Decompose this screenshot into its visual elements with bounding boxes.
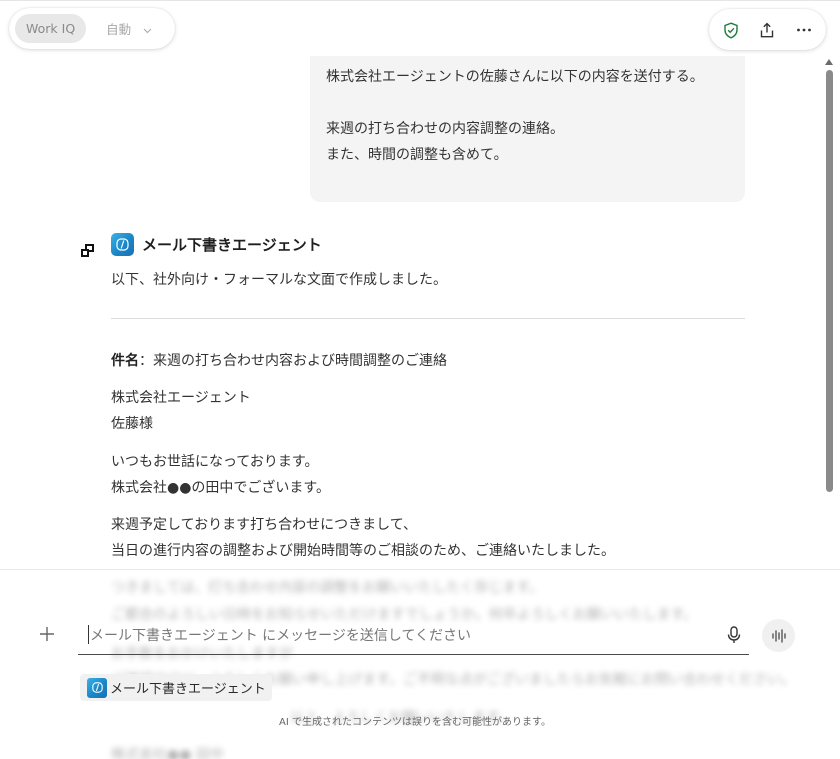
move-cursor-icon (81, 244, 94, 257)
add-icon[interactable] (37, 624, 57, 644)
faded-email-line: つきましては、打ち合わせ内容の調整をお願いいたしたく存じます。 (111, 580, 543, 596)
user-message-bubble: 株式会社エージェントの佐藤さんに以下の内容を送付する。 来週の打ち合わせの内容調… (310, 56, 745, 202)
agent-name: メール下書きエージェント (142, 236, 322, 254)
agent-chip-label: メール下書きエージェント (110, 682, 266, 697)
voice-waveform-icon (771, 628, 786, 643)
email-line: 株式会社エージェント (111, 390, 251, 406)
top-border (0, 0, 840, 1)
message-input-placeholder: メール下書きエージェント にメッセージを送信してください (90, 628, 472, 644)
message-input[interactable]: メール下書きエージェント にメッセージを送信してください (78, 620, 749, 655)
composer-separator (0, 569, 840, 570)
agent-logo-icon (111, 233, 134, 256)
email-line: 来週予定しております打ち合わせにつきまして、 (111, 517, 418, 533)
email-line: 佐藤様 (111, 416, 153, 432)
chevron-down-icon[interactable] (143, 19, 152, 38)
agent-chip[interactable]: メール下書きエージェント (80, 674, 272, 701)
agent-intro: 以下、社外向け・フォーマルな文面で作成しました。 (111, 272, 447, 288)
faded-email-line: 株式会社●● 田中 (111, 747, 224, 759)
more-icon[interactable] (791, 17, 817, 43)
email-line: いつもお世話になっております。 (111, 454, 319, 470)
share-icon[interactable] (754, 17, 780, 43)
email-line: 当日の進行内容の調整および開始時間等のご相談のため、ご連絡いたしました。 (111, 543, 615, 559)
work-iq-label: Work IQ (26, 21, 76, 36)
voice-mode-button[interactable] (762, 619, 795, 652)
subject-text: ：来週の打ち合わせ内容および時間調整のご連絡 (139, 353, 447, 369)
header-actions (709, 9, 826, 50)
email-subject: 件名：来週の打ち合わせ内容および時間調整のご連絡 (111, 350, 447, 370)
user-message-line: また、時間の調整も含めて。 (326, 147, 508, 163)
email-line: 株式会社●●の田中でございます。 (111, 480, 331, 496)
text-caret (88, 625, 89, 644)
work-iq-toggle[interactable]: Work IQ (15, 14, 87, 43)
subject-label: 件名 (111, 353, 139, 369)
microphone-icon[interactable] (726, 626, 742, 644)
shield-check-icon[interactable] (718, 17, 744, 43)
user-message-line: 株式会社エージェントの佐藤さんに以下の内容を送付する。 (326, 69, 704, 85)
model-selector[interactable]: 自動 (106, 19, 131, 38)
user-message-line: 来週の打ち合わせの内容調整の連絡。 (326, 121, 564, 137)
scrollbar-thumb[interactable] (826, 70, 833, 492)
ai-disclaimer: AI で生成されたコンテンツは誤りを含む可能性があります。 (279, 717, 551, 728)
agent-logo-icon (87, 677, 107, 698)
divider (111, 318, 745, 319)
scroll-up-arrow[interactable] (825, 59, 833, 65)
mode-selector: Work IQ 自動 (9, 8, 175, 49)
